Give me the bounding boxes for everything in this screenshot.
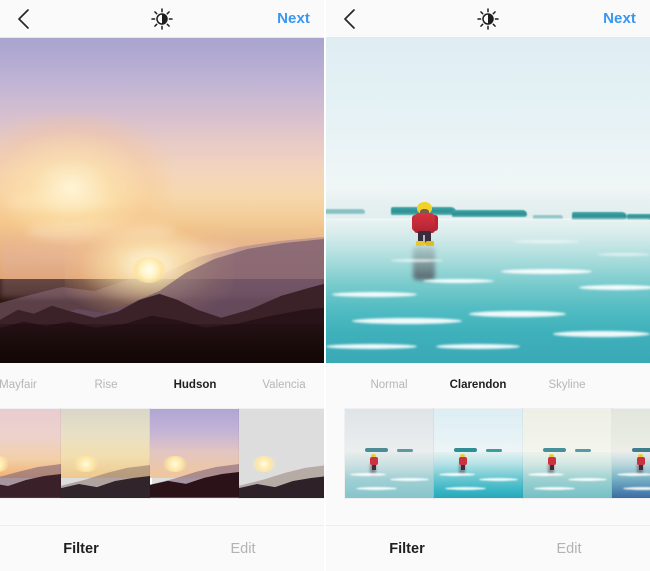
filter-screen-left: Next Mayfair Rise Hudson Valencia Filter… <box>0 0 325 571</box>
filter-thumb-rise[interactable] <box>61 409 150 498</box>
tab-edit[interactable]: Edit <box>162 541 324 557</box>
foam-streak <box>500 268 592 274</box>
filter-carousel-left[interactable]: Mayfair Rise Hudson Valencia <box>0 363 324 525</box>
filter-thumb-clarendon[interactable] <box>434 409 523 498</box>
filter-label-skyline[interactable]: Skyline <box>527 379 607 391</box>
filter-label-clarendon[interactable]: Clarendon <box>438 379 518 391</box>
sky <box>326 38 650 198</box>
foam-streak <box>332 291 417 297</box>
next-button[interactable]: Next <box>603 10 636 27</box>
sunset-mountains-photo[interactable] <box>0 38 324 363</box>
next-button[interactable]: Next <box>277 10 310 27</box>
wave <box>452 210 527 218</box>
filter-thumb-partial[interactable] <box>612 409 650 498</box>
foam-streak <box>598 252 650 256</box>
filter-thumb-mayfair[interactable] <box>0 409 61 498</box>
foam-streak <box>552 330 650 337</box>
filter-label-valencia[interactable]: Valencia <box>244 379 324 391</box>
left-boot <box>415 241 425 247</box>
filter-thumb-skyline[interactable] <box>523 409 612 498</box>
filter-thumbnails-right <box>326 409 650 501</box>
filter-label-mayfair[interactable]: Mayfair <box>0 379 58 391</box>
foreground-shadow <box>0 324 324 363</box>
filter-carousel-right[interactable]: Normal Clarendon Skyline Ar <box>326 363 650 525</box>
brightness-tool-container <box>326 0 650 37</box>
header-bar-right: Next <box>326 0 650 38</box>
filter-thumbnails-left <box>0 409 324 501</box>
foam-streak <box>326 343 417 349</box>
foam-streak <box>468 311 566 317</box>
foam-streak <box>423 278 495 283</box>
foam-streak <box>513 239 579 243</box>
child-on-beach-photo[interactable] <box>326 38 650 363</box>
chevron-left-icon <box>17 8 30 30</box>
filter-label-next-partial[interactable]: Ar <box>616 379 650 391</box>
filter-thumb-hudson[interactable] <box>150 409 239 498</box>
bottom-tabbar-left: Filter Edit <box>0 525 324 571</box>
filter-label-rise[interactable]: Rise <box>66 379 146 391</box>
foam-streak <box>436 343 521 349</box>
foam-streak <box>351 317 463 324</box>
filter-labels-left: Mayfair Rise Hudson Valencia <box>0 379 324 409</box>
filter-thumb-valencia[interactable] <box>239 409 324 498</box>
tab-filter[interactable]: Filter <box>0 541 162 557</box>
wave <box>326 208 365 214</box>
filter-label-normal[interactable]: Normal <box>349 379 429 391</box>
bottom-tabbar-right: Filter Edit <box>326 525 650 571</box>
foam-streak <box>578 285 650 290</box>
brightness-sun-icon[interactable] <box>151 7 173 30</box>
foam-streak <box>390 259 443 262</box>
back-button[interactable] <box>0 0 46 38</box>
right-boot <box>424 241 434 247</box>
filter-screen-right: Next Normal Clarendon Skyline Filter Edi… <box>325 0 650 571</box>
red-jacket <box>413 213 435 234</box>
filter-thumb-normal[interactable] <box>345 409 434 498</box>
tab-edit[interactable]: Edit <box>488 541 650 557</box>
brightness-tool-container <box>0 0 324 37</box>
brightness-sun-icon[interactable] <box>477 7 499 30</box>
header-bar-left: Next <box>0 0 324 38</box>
child-reflection <box>412 246 435 280</box>
chevron-left-icon <box>343 8 356 30</box>
tab-filter[interactable]: Filter <box>326 541 488 557</box>
back-button[interactable] <box>326 0 372 38</box>
filter-label-hudson[interactable]: Hudson <box>155 379 235 391</box>
filter-labels-right: Normal Clarendon Skyline Ar <box>326 379 650 409</box>
child-figure <box>411 202 438 248</box>
filter-screens-comparison: Next Mayfair Rise Hudson Valencia Filter… <box>0 0 650 571</box>
